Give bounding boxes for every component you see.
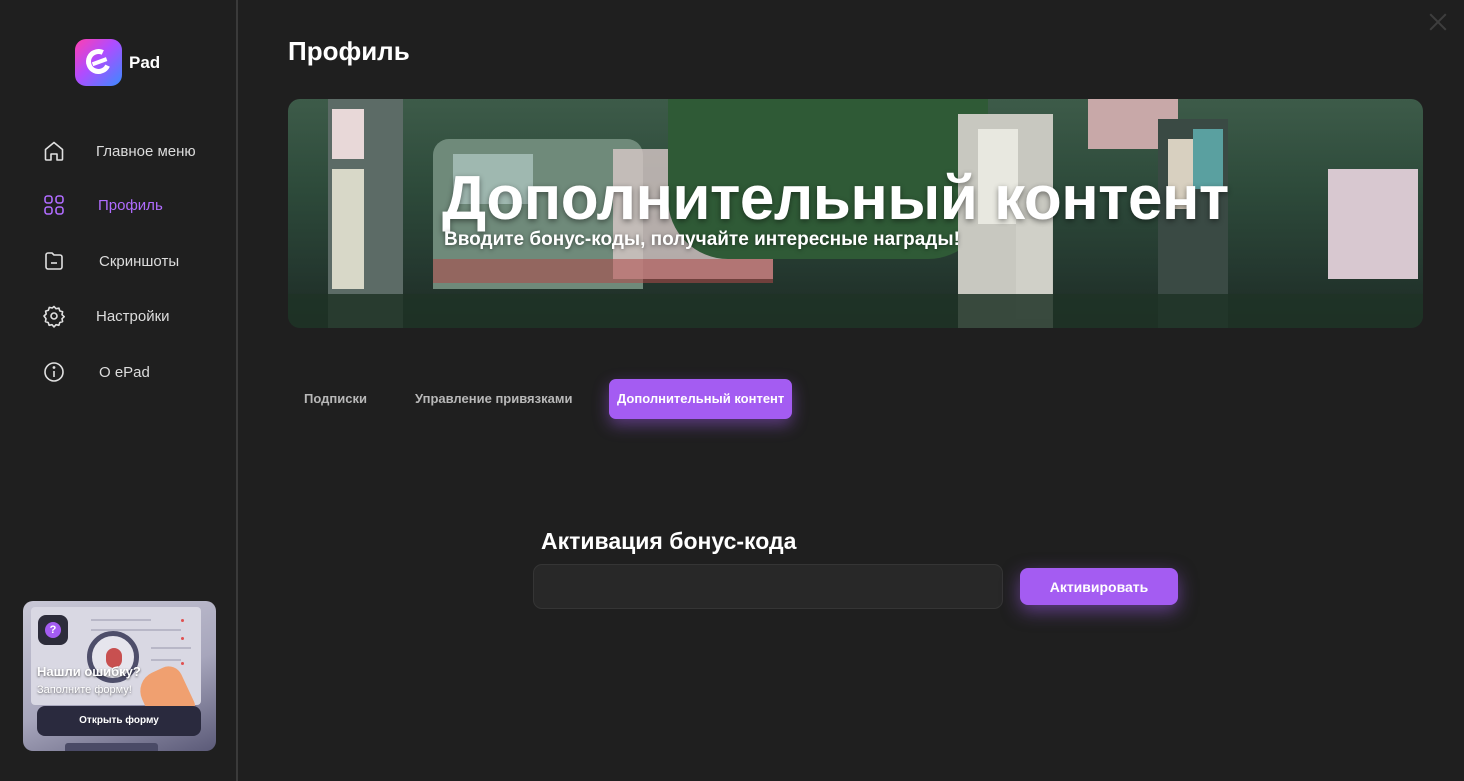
activate-button[interactable]: Активировать	[1020, 568, 1178, 605]
tab-subscriptions[interactable]: Подписки	[304, 379, 367, 419]
bug-report-card: ? Нашли ошибку? Заполните форму! Открыть…	[23, 601, 216, 751]
bug-card-title: Нашли ошибку?	[37, 664, 141, 679]
grid-icon	[44, 195, 64, 215]
sidebar-item-profile[interactable]: Профиль	[42, 191, 163, 219]
sidebar-item-label: Главное меню	[96, 142, 196, 160]
logo-text: Pad	[129, 52, 161, 72]
home-icon	[44, 141, 64, 161]
sidebar-item-about[interactable]: О ePad	[42, 358, 150, 386]
question-icon-badge: ?	[38, 615, 68, 645]
gear-icon	[43, 305, 65, 328]
tab-bindings[interactable]: Управление привязками	[415, 379, 572, 419]
question-icon: ?	[45, 622, 61, 638]
page-title: Профиль	[288, 36, 410, 66]
banner-subtitle: Вводите бонус-коды, получайте интересные…	[444, 229, 960, 250]
monitor-stand-illustration	[65, 743, 158, 751]
bug-card-subtitle: Заполните форму!	[37, 684, 132, 696]
bonus-code-input[interactable]	[533, 564, 1003, 609]
sidebar-item-label: Настройки	[96, 307, 170, 325]
sidebar: Pad Главное меню Профиль Скриншоты Настр…	[0, 0, 238, 781]
banner-title: Дополнительный контент	[442, 164, 1229, 233]
sidebar-item-settings[interactable]: Настройки	[42, 302, 170, 330]
sidebar-item-label: Скриншоты	[99, 252, 180, 270]
sidebar-item-label: Профиль	[98, 196, 163, 214]
sidebar-item-label: О ePad	[99, 363, 150, 381]
sidebar-item-screenshots[interactable]: Скриншоты	[42, 247, 179, 275]
tab-additional-content[interactable]: Дополнительный контент	[609, 379, 793, 419]
app-window: Pad Главное меню Профиль Скриншоты Настр…	[0, 0, 1464, 781]
epad-logo-icon	[75, 39, 122, 86]
banner: Дополнительный контент Вводите бонус-код…	[288, 99, 1423, 328]
open-form-button[interactable]: Открыть форму	[37, 706, 201, 736]
bonus-code-title: Активация бонус-кода	[541, 528, 797, 554]
info-icon	[44, 362, 64, 382]
close-icon[interactable]	[1429, 13, 1447, 31]
sidebar-item-home[interactable]: Главное меню	[42, 137, 196, 165]
folder-icon	[45, 252, 63, 270]
logo: Pad	[75, 39, 160, 86]
